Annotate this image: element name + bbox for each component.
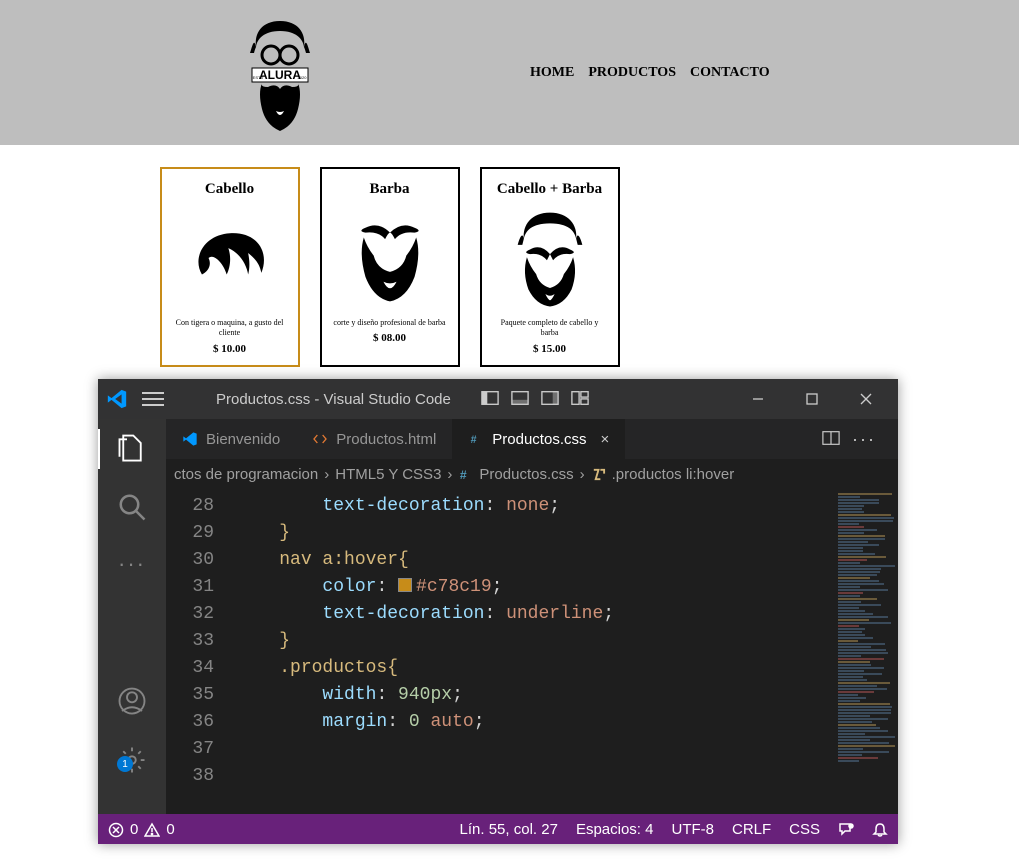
product-card-cabello-barba[interactable]: Cabello + Barba Paquete completo de cabe… — [480, 167, 620, 367]
layout-grid-icon[interactable] — [571, 390, 589, 409]
status-bar: 0 0 Lín. 55, col. 27 Espacios: 4 UTF-8 C… — [98, 814, 898, 844]
line-gutter: 2829303132333435363738 — [166, 489, 236, 814]
cursor-position[interactable]: Lín. 55, col. 27 — [460, 821, 558, 838]
editor-tabs: Bienvenido Productos.html # Productos.cs… — [166, 419, 898, 459]
close-icon[interactable]: × — [601, 431, 610, 448]
product-price: $ 15.00 — [488, 343, 612, 355]
tab-label: Bienvenido — [206, 431, 280, 448]
products-row: Cabello Con tigera o maquina, a gusto de… — [160, 167, 860, 367]
symbol-icon — [591, 466, 606, 483]
product-desc: Con tigera o maquina, a gusto del client… — [168, 318, 292, 339]
indentation[interactable]: Espacios: 4 — [576, 821, 654, 838]
product-desc: Paquete completo de cabello y barba — [488, 318, 612, 339]
vscode-icon — [182, 431, 198, 447]
breadcrumb-segment: .productos li:hover — [612, 466, 735, 483]
vscode-window: Productos.css - Visual Studio Code ··· 1 — [98, 379, 898, 844]
breadcrumb[interactable]: ctos de programacion › HTML5 Y CSS3 › # … — [166, 459, 898, 489]
bell-icon[interactable] — [872, 820, 888, 837]
minimize-button[interactable] — [744, 385, 772, 413]
menu-icon[interactable] — [142, 392, 164, 406]
tab-label: Productos.html — [336, 431, 436, 448]
accounts-icon[interactable] — [117, 686, 147, 719]
layout-controls — [481, 390, 589, 409]
panel-right-icon[interactable] — [541, 390, 559, 409]
error-icon[interactable] — [108, 820, 124, 837]
split-editor-icon[interactable] — [822, 430, 840, 449]
maximize-button[interactable] — [798, 385, 826, 413]
feedback-icon[interactable] — [838, 820, 854, 837]
svg-text:2020: 2020 — [298, 75, 308, 80]
vscode-titlebar[interactable]: Productos.css - Visual Studio Code — [98, 379, 898, 419]
site-logo: ALURA ESTD 2020 — [240, 13, 320, 133]
breadcrumb-segment: Productos.css — [479, 466, 573, 483]
nav-contacto[interactable]: CONTACTO — [690, 65, 770, 81]
product-card-cabello[interactable]: Cabello Con tigera o maquina, a gusto de… — [160, 167, 300, 367]
svg-text:#: # — [471, 434, 477, 446]
more-actions-icon[interactable]: ··· — [852, 429, 876, 450]
nav-productos[interactable]: PRODUCTOS — [588, 65, 676, 81]
nav-home[interactable]: HOME — [530, 65, 574, 81]
minimap[interactable] — [836, 489, 898, 814]
beard-icon — [328, 208, 452, 308]
error-count[interactable]: 0 — [130, 821, 138, 838]
eol[interactable]: CRLF — [732, 821, 771, 838]
product-card-barba[interactable]: Barba corte y diseño profesional de barb… — [320, 167, 460, 367]
window-title: Productos.css - Visual Studio Code — [216, 391, 451, 408]
product-title: Cabello — [168, 181, 292, 198]
breadcrumb-segment: ctos de programacion — [174, 466, 318, 483]
site-header: ALURA ESTD 2020 HOME PRODUCTOS CONTACTO — [0, 0, 1019, 145]
more-icon[interactable]: ··· — [118, 551, 146, 577]
tab-productos-css[interactable]: # Productos.css × — [452, 419, 625, 459]
product-title: Cabello + Barba — [488, 181, 612, 198]
css-icon: # — [468, 431, 484, 447]
svg-text:ALURA: ALURA — [259, 68, 301, 82]
vscode-logo-icon — [106, 388, 128, 410]
tab-productos-html[interactable]: Productos.html — [296, 419, 452, 459]
breadcrumb-segment: HTML5 Y CSS3 — [335, 466, 441, 483]
close-button[interactable] — [852, 385, 880, 413]
svg-text:#: # — [460, 468, 467, 482]
settings-badge: 1 — [117, 756, 133, 772]
tab-bienvenido[interactable]: Bienvenido — [166, 419, 296, 459]
warning-count[interactable]: 0 — [166, 821, 174, 838]
tab-label: Productos.css — [492, 431, 586, 448]
language-mode[interactable]: CSS — [789, 821, 820, 838]
svg-text:ESTD: ESTD — [253, 75, 264, 80]
product-desc: corte y diseño profesional de barba — [328, 318, 452, 328]
code-editor[interactable]: 2829303132333435363738 text-decoration: … — [166, 489, 898, 814]
panel-left-icon[interactable] — [481, 390, 499, 409]
hair-icon — [168, 208, 292, 308]
warning-icon[interactable] — [144, 820, 160, 837]
encoding[interactable]: UTF-8 — [671, 821, 714, 838]
main-nav: HOME PRODUCTOS CONTACTO — [530, 65, 770, 81]
product-title: Barba — [328, 181, 452, 198]
settings-gear-icon[interactable]: 1 — [117, 745, 147, 778]
code-content[interactable]: text-decoration: none; } nav a:hover{ co… — [236, 489, 836, 814]
product-price: $ 08.00 — [328, 332, 452, 344]
panel-bottom-icon[interactable] — [511, 390, 529, 409]
explorer-icon[interactable] — [117, 433, 147, 466]
hair-beard-icon — [488, 208, 612, 308]
product-price: $ 10.00 — [168, 343, 292, 355]
html-icon — [312, 431, 328, 447]
css-icon: # — [458, 466, 473, 483]
search-icon[interactable] — [117, 492, 147, 525]
activity-bar: ··· 1 — [98, 419, 166, 814]
window-controls — [744, 385, 890, 413]
